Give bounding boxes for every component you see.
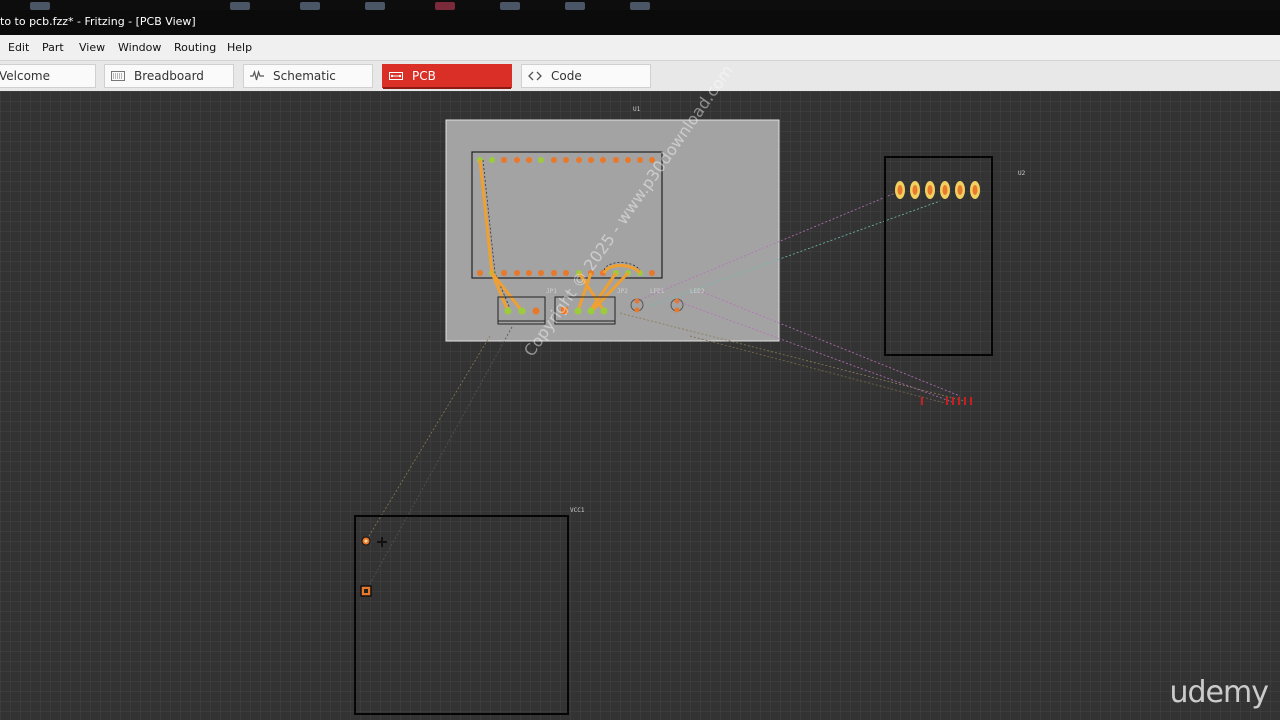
jp1-pin[interactable] [518, 307, 526, 315]
tab-label: Velcome [0, 69, 51, 83]
schematic-icon [250, 69, 264, 81]
tab-label: Code [551, 69, 582, 83]
plus-icon [377, 537, 387, 547]
window-titlebar: to to pcb.fzz* - Fritzing - [PCB View] [0, 10, 1280, 35]
taskbar-app-icon[interactable] [500, 2, 520, 10]
led1-label: LED1 [650, 288, 665, 295]
jp1-pin[interactable] [504, 307, 512, 315]
jp2-label: JP2 [617, 288, 628, 295]
led2-label: LED2 [690, 288, 705, 295]
jp1-label: JP1 [546, 288, 557, 295]
tab-code[interactable]: Code [521, 64, 651, 88]
tab-welcome[interactable]: Velcome [0, 64, 96, 88]
window-title: to to pcb.fzz* - Fritzing - [PCB View] [0, 15, 196, 28]
taskbar-app-icon[interactable] [435, 2, 455, 10]
taskbar-folder-icon[interactable] [30, 2, 50, 10]
os-taskbar [0, 0, 1280, 10]
battery-part-outline[interactable] [354, 515, 569, 715]
header-part-label: U2 [1018, 170, 1026, 177]
menu-view[interactable]: View [79, 41, 105, 54]
breadboard-icon [111, 71, 125, 81]
menu-routing[interactable]: Routing [174, 41, 216, 54]
menu-edit[interactable]: Edit [8, 41, 29, 54]
jp2-pin[interactable] [587, 307, 595, 315]
tab-breadboard[interactable]: Breadboard [104, 64, 234, 88]
tab-label: Schematic [273, 69, 336, 83]
taskbar-app-icon[interactable] [565, 2, 585, 10]
tab-pcb[interactable]: PCB [382, 64, 512, 89]
small-connector-pads[interactable] [921, 397, 972, 405]
battery-label: VCC1 [570, 507, 585, 514]
taskbar-app-icon[interactable] [300, 2, 320, 10]
module-top-pins [477, 157, 655, 163]
tab-label: Breadboard [134, 69, 204, 83]
board-label: U1 [633, 106, 641, 113]
pcb-icon [389, 72, 403, 80]
menu-window[interactable]: Window [118, 41, 161, 54]
udemy-logo: udemy [1169, 675, 1269, 710]
menu-part[interactable]: Part [42, 41, 64, 54]
taskbar-app-icon[interactable] [365, 2, 385, 10]
view-tab-bar: Velcome Breadboard Schematic PCB Code [0, 61, 1280, 91]
taskbar-app-icon[interactable] [230, 2, 250, 10]
module-bottom-pins [477, 270, 655, 276]
menu-bar: Edit Part View Window Routing Help [0, 35, 1280, 61]
jp2-pin[interactable] [600, 307, 608, 315]
jp1-pin[interactable] [532, 307, 540, 315]
code-icon [528, 71, 542, 81]
pcb-canvas[interactable]: U1 JP1 JP2 LED1 LED2 U2 VCC1 Copyright ©… [0, 61, 1280, 720]
taskbar-app-icon[interactable] [630, 2, 650, 10]
tab-schematic[interactable]: Schematic [243, 64, 373, 88]
header-part-pads[interactable] [895, 181, 980, 199]
tab-label: PCB [412, 69, 436, 83]
jp2-pin[interactable] [574, 307, 582, 315]
menu-help[interactable]: Help [227, 41, 252, 54]
